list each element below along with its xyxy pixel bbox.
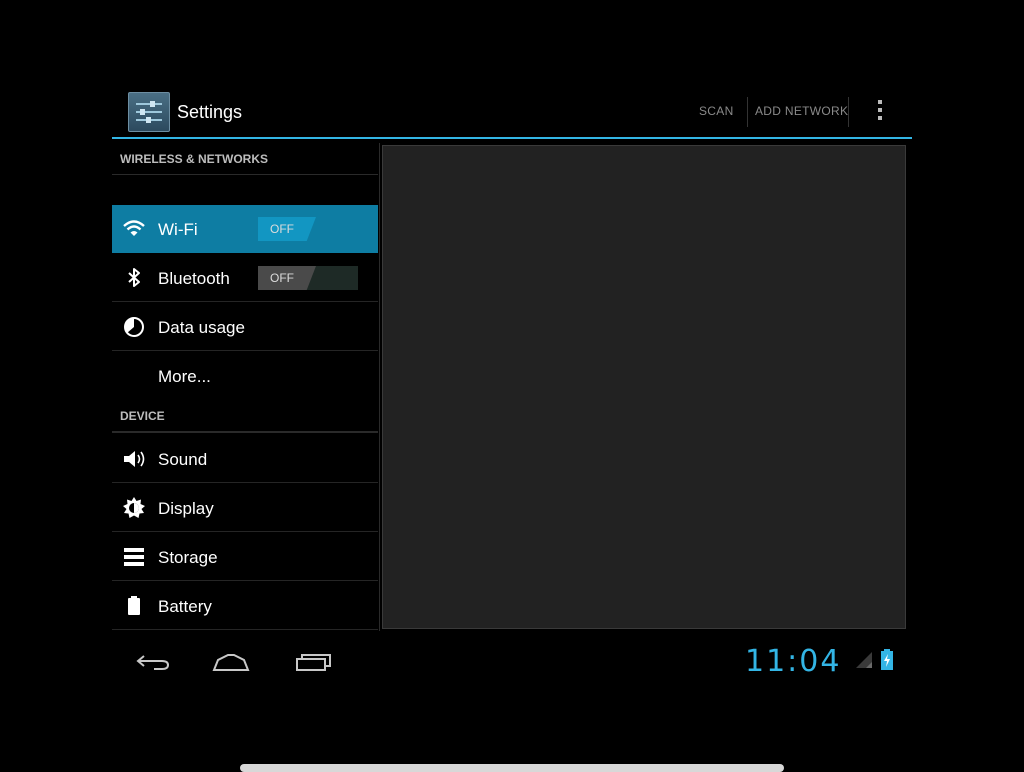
scan-button[interactable]: SCAN [699,104,734,118]
screen-bottom-edge [240,764,784,772]
data-usage-icon [122,316,146,338]
back-icon[interactable] [134,650,174,674]
display-label: Display [158,499,214,518]
more-label: More... [158,367,211,386]
bluetooth-icon [122,267,146,289]
storage-label: Storage [158,548,218,567]
settings-screen: Settings SCAN ADD NETWORK WIRELESS & NET… [112,87,912,687]
settings-item-bluetooth[interactable]: Bluetooth OFF [112,254,378,302]
settings-item-more[interactable]: More... [112,352,378,400]
home-icon[interactable] [212,650,252,674]
sound-icon [122,448,146,470]
clock: 11:04 [745,644,842,679]
wifi-toggle[interactable]: OFF [258,217,358,241]
bluetooth-toggle[interactable]: OFF [258,266,358,290]
detail-panel [382,145,906,629]
display-icon [122,497,146,519]
settings-item-data-usage[interactable]: Data usage [112,303,378,351]
section-header-device: DEVICE [112,397,378,433]
settings-item-battery[interactable]: Battery [112,582,378,630]
action-divider [848,97,849,127]
signal-icon [854,650,874,670]
settings-item-display[interactable]: Display [112,484,378,532]
settings-item-wifi[interactable]: Wi-Fi OFF [112,205,378,253]
overflow-menu-icon[interactable] [875,100,885,126]
storage-icon [122,546,146,568]
add-network-button[interactable]: ADD NETWORK [755,104,848,118]
wifi-label: Wi-Fi [158,220,198,239]
battery-icon [122,595,146,617]
settings-item-storage[interactable]: Storage [112,533,378,581]
settings-item-sound[interactable]: Sound [112,435,378,483]
action-bar: Settings SCAN ADD NETWORK [112,87,912,139]
bluetooth-label: Bluetooth [158,269,230,288]
panel-divider [379,143,380,631]
settings-list: WIRELESS & NETWORKS Wi-Fi OFF Bluetooth … [112,139,379,631]
sound-label: Sound [158,450,208,469]
recent-apps-icon[interactable] [294,650,334,674]
section-header-wireless: WIRELESS & NETWORKS [112,139,378,175]
battery-label: Battery [158,597,212,616]
settings-sliders-icon[interactable] [128,92,170,132]
battery-charging-icon [880,649,894,671]
action-divider [747,97,748,127]
wifi-icon [122,218,146,240]
data-usage-label: Data usage [158,318,245,337]
page-title: Settings [177,102,243,122]
system-bar: 11:04 [112,640,912,680]
